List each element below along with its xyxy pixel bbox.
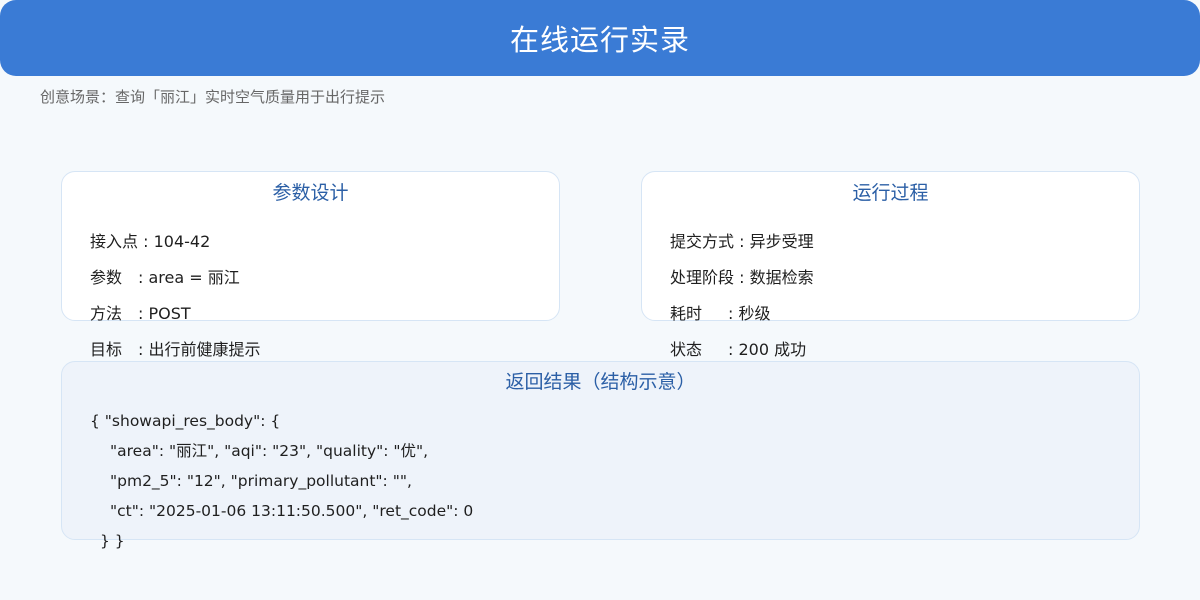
param-value: : POST [138,304,191,323]
scenario-text: 查询「丽江」实时空气质量用于出行提示 [115,88,386,106]
json-line: } } [100,532,125,550]
header-bar: 在线运行实录 [0,0,1200,76]
process-row-duration: 耗时 : 秒级 [670,304,770,324]
param-value: : 出行前健康提示 [138,340,261,359]
param-row-endpoint: 接入点 : 104-42 [90,232,210,252]
process-card-title: 运行过程 [852,182,929,204]
param-key: 接入点 [90,232,139,251]
json-line: "pm2_5": "12", "primary_pollutant": "", [110,472,412,490]
process-row-stage: 处理阶段 : 数据检索 [670,268,814,288]
process-value: : 数据检索 [739,268,814,287]
process-value: : 秒级 [728,304,771,323]
json-line: "area": "丽江", "aqi": "23", "quality": "优… [110,442,429,460]
param-row-goal: 目标 : 出行前健康提示 [90,340,260,360]
param-key: 参数 [90,268,123,287]
process-row-submit: 提交方式 : 异步受理 [670,232,814,252]
scenario-line: 创意场景：查询「丽江」实时空气质量用于出行提示 [40,86,385,107]
param-key: 方法 [90,304,123,323]
process-value: : 200 成功 [728,340,807,359]
process-key: 处理阶段 [670,268,735,287]
process-key: 状态 [670,340,703,359]
params-card-title: 参数设计 [272,182,349,204]
param-key: 目标 [90,340,123,359]
process-key: 提交方式 [670,232,735,251]
param-value: : 104-42 [143,232,211,251]
page-title: 在线运行实录 [509,23,690,57]
json-line: { "showapi_res_body": { [90,412,281,430]
process-key: 耗时 [670,304,703,323]
json-line: "ct": "2025-01-06 13:11:50.500", "ret_co… [110,502,474,520]
scenario-label: 创意场景： [40,88,116,106]
process-row-status: 状态 : 200 成功 [670,340,806,360]
process-value: : 异步受理 [739,232,814,251]
result-card-title: 返回结果（结构示意） [505,371,696,393]
param-row-method: 方法 : POST [90,304,191,324]
param-row-params: 参数 : area = 丽江 [90,268,240,288]
param-value: : area = 丽江 [138,268,240,287]
